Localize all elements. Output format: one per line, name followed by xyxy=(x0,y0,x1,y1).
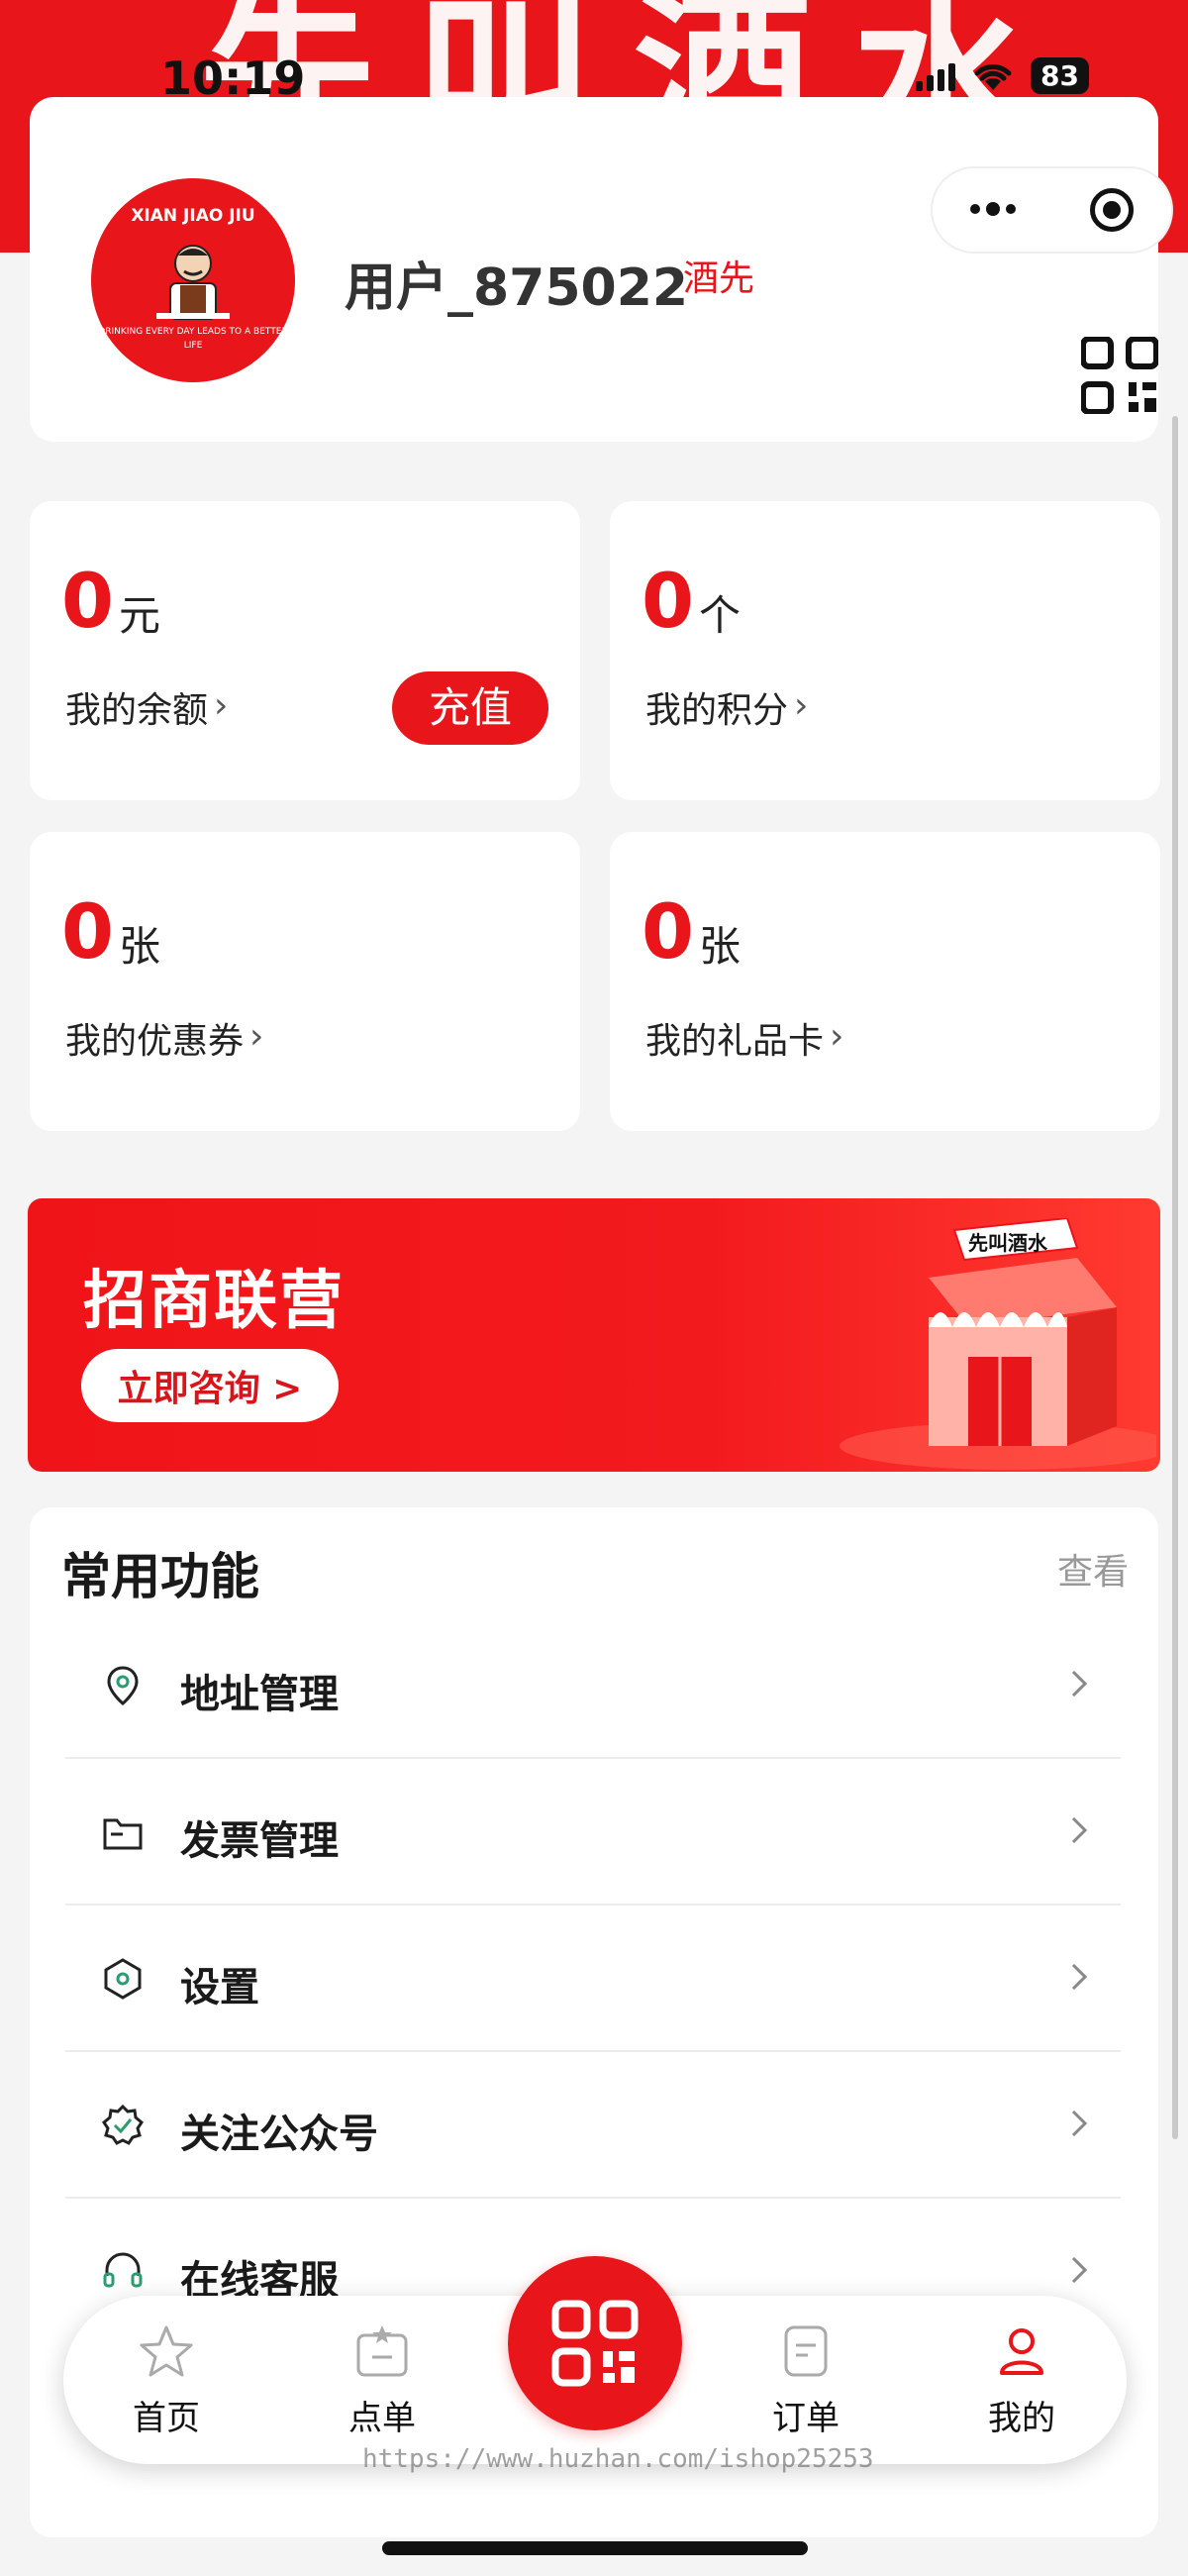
miniprogram-capsule xyxy=(931,166,1173,254)
tab-orders[interactable]: 订单 xyxy=(737,2321,875,2450)
chevron-right-icon xyxy=(1071,1816,1088,1844)
chevron-right-icon: › xyxy=(249,1016,264,1057)
user-tag: 酒先 xyxy=(683,258,755,299)
menu-item-label: 关注公众号 xyxy=(180,2112,378,2157)
chevron-right-icon xyxy=(1071,2256,1088,2284)
chevron-right-icon: › xyxy=(214,685,229,726)
menu-item-follow-official-account[interactable]: 关注公众号 xyxy=(65,2052,1121,2199)
verified-badge-icon xyxy=(102,2104,144,2145)
star-icon xyxy=(140,2325,193,2377)
settings-hex-icon xyxy=(104,1958,142,2000)
points-unit: 个 xyxy=(699,591,742,640)
status-bar: 10:19 83 xyxy=(0,0,1188,105)
wifi-icon xyxy=(974,63,1012,90)
giftcard-value: 0 xyxy=(642,887,694,976)
mascot-icon xyxy=(156,245,230,320)
battery-indicator: 83 xyxy=(1031,57,1089,94)
avatar-logo-text: XIAN JIAO JIU xyxy=(131,206,255,226)
tab-label: 订单 xyxy=(772,2399,840,2438)
tab-label: 我的 xyxy=(988,2399,1055,2438)
storefront-icon: 先叫酒水 xyxy=(840,1218,1156,1470)
avatar-slogan-text: DRINKING EVERY DAY LEADS TO A BETTER LIF… xyxy=(98,327,288,351)
home-indicator[interactable] xyxy=(382,2541,808,2555)
menu-item-invoice[interactable]: 发票管理 xyxy=(65,1759,1121,1906)
tab-home[interactable]: 首页 xyxy=(97,2321,236,2450)
status-icons: 83 xyxy=(916,57,1089,94)
menu-item-label: 设置 xyxy=(180,1965,259,2010)
balance-unit: 元 xyxy=(119,591,161,640)
document-icon xyxy=(784,2325,828,2377)
qr-scan-icon xyxy=(551,2300,639,2387)
user-icon xyxy=(1000,2328,1043,2375)
tab-label: 点单 xyxy=(348,2399,416,2438)
view-more-link[interactable]: 查看 xyxy=(1057,1543,1129,1595)
points-label: 我的积分 xyxy=(645,690,789,731)
signal-icon xyxy=(916,61,956,91)
banner-title: 招商联营 xyxy=(83,1265,345,1338)
scan-button[interactable] xyxy=(508,2256,682,2430)
chevron-right-icon xyxy=(1071,1670,1088,1698)
points-value: 0 xyxy=(642,557,694,645)
menu-item-label: 发票管理 xyxy=(180,1818,339,1864)
shop-sign-text: 先叫酒水 xyxy=(968,1231,1048,1255)
tab-mine[interactable]: 我的 xyxy=(952,2321,1091,2450)
chevron-right-icon xyxy=(1071,2110,1088,2137)
coupon-card[interactable]: 0 张 我的优惠券 › xyxy=(30,832,580,1131)
menu-item-settings[interactable]: 设置 xyxy=(65,1906,1121,2052)
profile-card: XIAN JIAO JIU DRINKING EVERY DAY LEADS T… xyxy=(30,97,1158,442)
order-bag-icon xyxy=(356,2325,408,2377)
balance-label: 我的余额 xyxy=(65,690,209,731)
headset-icon xyxy=(103,2252,143,2288)
coupon-value: 0 xyxy=(61,887,114,976)
close-target-icon[interactable] xyxy=(1090,188,1135,232)
watermark-text: https://www.huzhan.com/ishop25253 xyxy=(362,2444,874,2474)
scrollbar[interactable] xyxy=(1172,416,1178,2139)
menu-item-address[interactable]: 地址管理 xyxy=(65,1612,1121,1759)
location-icon xyxy=(107,1666,139,1705)
balance-value: 0 xyxy=(61,557,114,645)
chevron-right-icon: › xyxy=(830,1016,844,1057)
section-title: 常用功能 xyxy=(61,1548,259,1605)
giftcard-unit: 张 xyxy=(699,922,742,971)
coupon-label: 我的优惠券 xyxy=(65,1021,245,1062)
more-icon[interactable] xyxy=(969,202,1016,216)
folder-icon xyxy=(103,1818,143,1850)
points-card[interactable]: 0 个 我的积分 › xyxy=(610,501,1160,800)
qr-code-icon[interactable] xyxy=(1081,337,1158,414)
giftcard-card[interactable]: 0 张 我的礼品卡 › xyxy=(610,832,1160,1131)
consult-button[interactable]: 立即咨询 > xyxy=(81,1349,339,1422)
tab-label: 首页 xyxy=(133,2399,200,2438)
recharge-button[interactable]: 充值 xyxy=(392,671,548,745)
giftcard-label: 我的礼品卡 xyxy=(645,1021,825,1062)
chevron-right-icon xyxy=(1071,1963,1088,1991)
avatar[interactable]: XIAN JIAO JIU DRINKING EVERY DAY LEADS T… xyxy=(91,178,295,382)
franchise-banner[interactable]: 招商联营 立即咨询 > 先叫酒水 xyxy=(28,1198,1160,1472)
tab-order[interactable]: 点单 xyxy=(313,2321,451,2450)
chevron-right-icon: › xyxy=(794,685,809,726)
coupon-unit: 张 xyxy=(119,922,161,971)
balance-card[interactable]: 0 元 我的余额 › 充值 xyxy=(30,501,580,800)
username: 用户_875022 xyxy=(345,258,689,318)
menu-item-label: 地址管理 xyxy=(180,1672,339,1717)
